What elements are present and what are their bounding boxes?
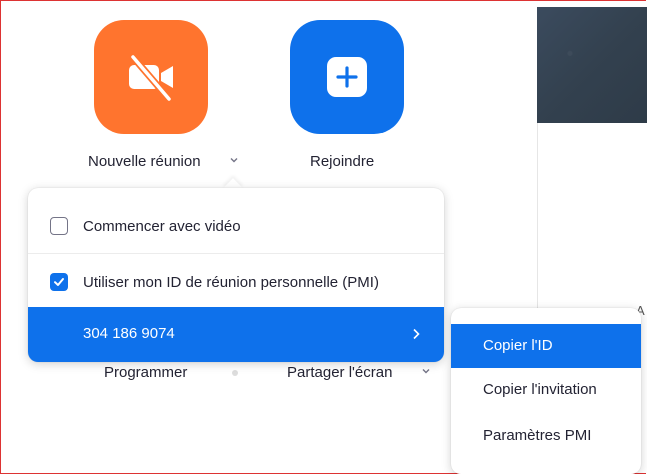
chevron-right-icon (413, 328, 420, 340)
use-pmi-label: Utiliser mon ID de réunion personnelle (… (83, 273, 379, 291)
share-screen-label[interactable]: Partager l'écran (287, 364, 392, 381)
pmi-menu-item[interactable]: 304 186 9074 (28, 307, 444, 362)
pmi-settings-label: Paramètres PMI (483, 427, 592, 444)
video-off-icon (129, 53, 173, 103)
new-meeting-dropdown: Commencer avec vidéo Utiliser mon ID de … (28, 188, 444, 362)
separator-dot (232, 370, 238, 376)
start-with-video-label: Commencer avec vidéo (83, 217, 241, 235)
background-photo (537, 7, 647, 123)
chevron-down-icon[interactable] (229, 155, 239, 165)
pmi-number: 304 186 9074 (83, 325, 175, 342)
join-label[interactable]: Rejoindre (310, 153, 374, 170)
copy-id-label: Copier l'ID (483, 337, 553, 354)
join-button[interactable] (290, 20, 404, 134)
start-with-video-option[interactable]: Commencer avec vidéo (28, 208, 444, 244)
pmi-settings-item[interactable]: Paramètres PMI (451, 414, 641, 458)
schedule-label[interactable]: Programmer (104, 364, 187, 381)
plus-icon (327, 57, 367, 97)
pmi-submenu: Copier l'ID Copier l'invitation Paramètr… (451, 308, 641, 474)
checkmark-icon (54, 278, 64, 286)
copy-invitation-item[interactable]: Copier l'invitation (451, 368, 641, 412)
divider (28, 253, 444, 254)
new-meeting-button[interactable] (94, 20, 208, 134)
start-with-video-checkbox[interactable] (50, 217, 68, 235)
chevron-down-icon[interactable] (421, 366, 431, 376)
use-pmi-checkbox[interactable] (50, 273, 68, 291)
copy-id-item[interactable]: Copier l'ID (451, 324, 641, 368)
new-meeting-label[interactable]: Nouvelle réunion (88, 153, 201, 170)
use-pmi-option[interactable]: Utiliser mon ID de réunion personnelle (… (28, 264, 444, 300)
copy-invitation-label: Copier l'invitation (483, 381, 597, 398)
